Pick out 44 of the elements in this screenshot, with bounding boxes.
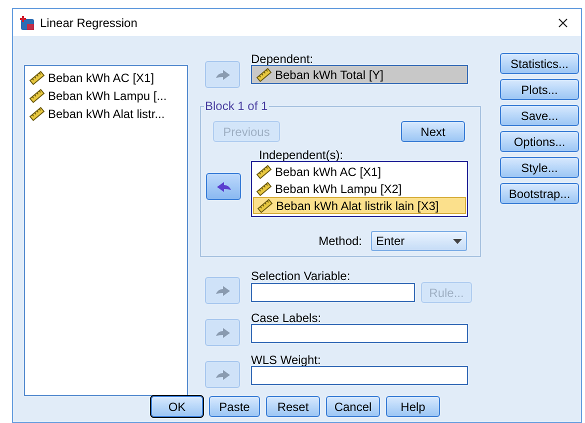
group-title: Block 1 of 1 (204, 98, 269, 115)
arrow-right-icon (214, 368, 230, 380)
field-label: WLS Weight: (251, 352, 322, 366)
arrow-right-icon (214, 326, 230, 338)
dialog-button[interactable]: OK (151, 396, 203, 417)
dialog-button[interactable]: Plots... (500, 79, 579, 100)
field-label: Selection Variable: (251, 268, 352, 282)
dialog-button[interactable]: Help (386, 396, 440, 417)
ruler-icon (256, 182, 272, 196)
variable-item[interactable]: Beban kWh Lampu [X2] (253, 180, 466, 197)
field-label: Case Labels: (251, 310, 322, 324)
field-label: Dependent: (251, 51, 314, 65)
arrow-right-icon (214, 284, 230, 296)
dropdown-caret-icon (453, 238, 462, 244)
dependent-field[interactable]: Beban kWh Total [Y] (251, 65, 468, 84)
dialog-button[interactable]: Save... (500, 105, 579, 126)
ruler-icon (257, 198, 273, 212)
dialog-button[interactable]: Cancel (326, 396, 380, 417)
field-label: Independent(s): (259, 147, 344, 161)
ruler-icon (256, 68, 272, 82)
arrow-left-icon (216, 180, 232, 192)
method-dropdown[interactable]: Enter (371, 231, 467, 251)
input-field[interactable] (251, 366, 468, 385)
variable-item[interactable]: Beban kWh Alat listrik lain [X3] (253, 197, 466, 214)
dialog-button[interactable]: Reset (266, 396, 320, 417)
ruler-icon (256, 164, 272, 178)
dialog-button[interactable]: Style... (500, 157, 579, 178)
arrow-right-icon (214, 68, 230, 80)
variable-item[interactable]: Beban kWh AC [X1] (29, 69, 183, 87)
arrow-button[interactable] (206, 173, 241, 200)
variable-item[interactable]: Beban kWh AC [X1] (253, 163, 466, 180)
input-field[interactable] (251, 324, 468, 343)
app-icon (19, 14, 35, 30)
dialog-button[interactable]: Bootstrap... (500, 183, 579, 204)
variable-item[interactable]: Beban kWh Lampu [... (29, 87, 183, 105)
variable-item[interactable]: Beban kWh Alat listr... (29, 105, 183, 123)
dialog-button[interactable]: Options... (500, 131, 579, 152)
dialog-button[interactable]: Statistics... (500, 53, 579, 74)
dialog-button[interactable]: Next (401, 121, 465, 142)
field-label: Method: (318, 233, 362, 250)
input-field[interactable] (251, 283, 415, 302)
dialog-button[interactable]: Paste (209, 396, 260, 417)
window-title: Linear Regression (40, 14, 138, 32)
close-icon[interactable] (558, 18, 568, 28)
